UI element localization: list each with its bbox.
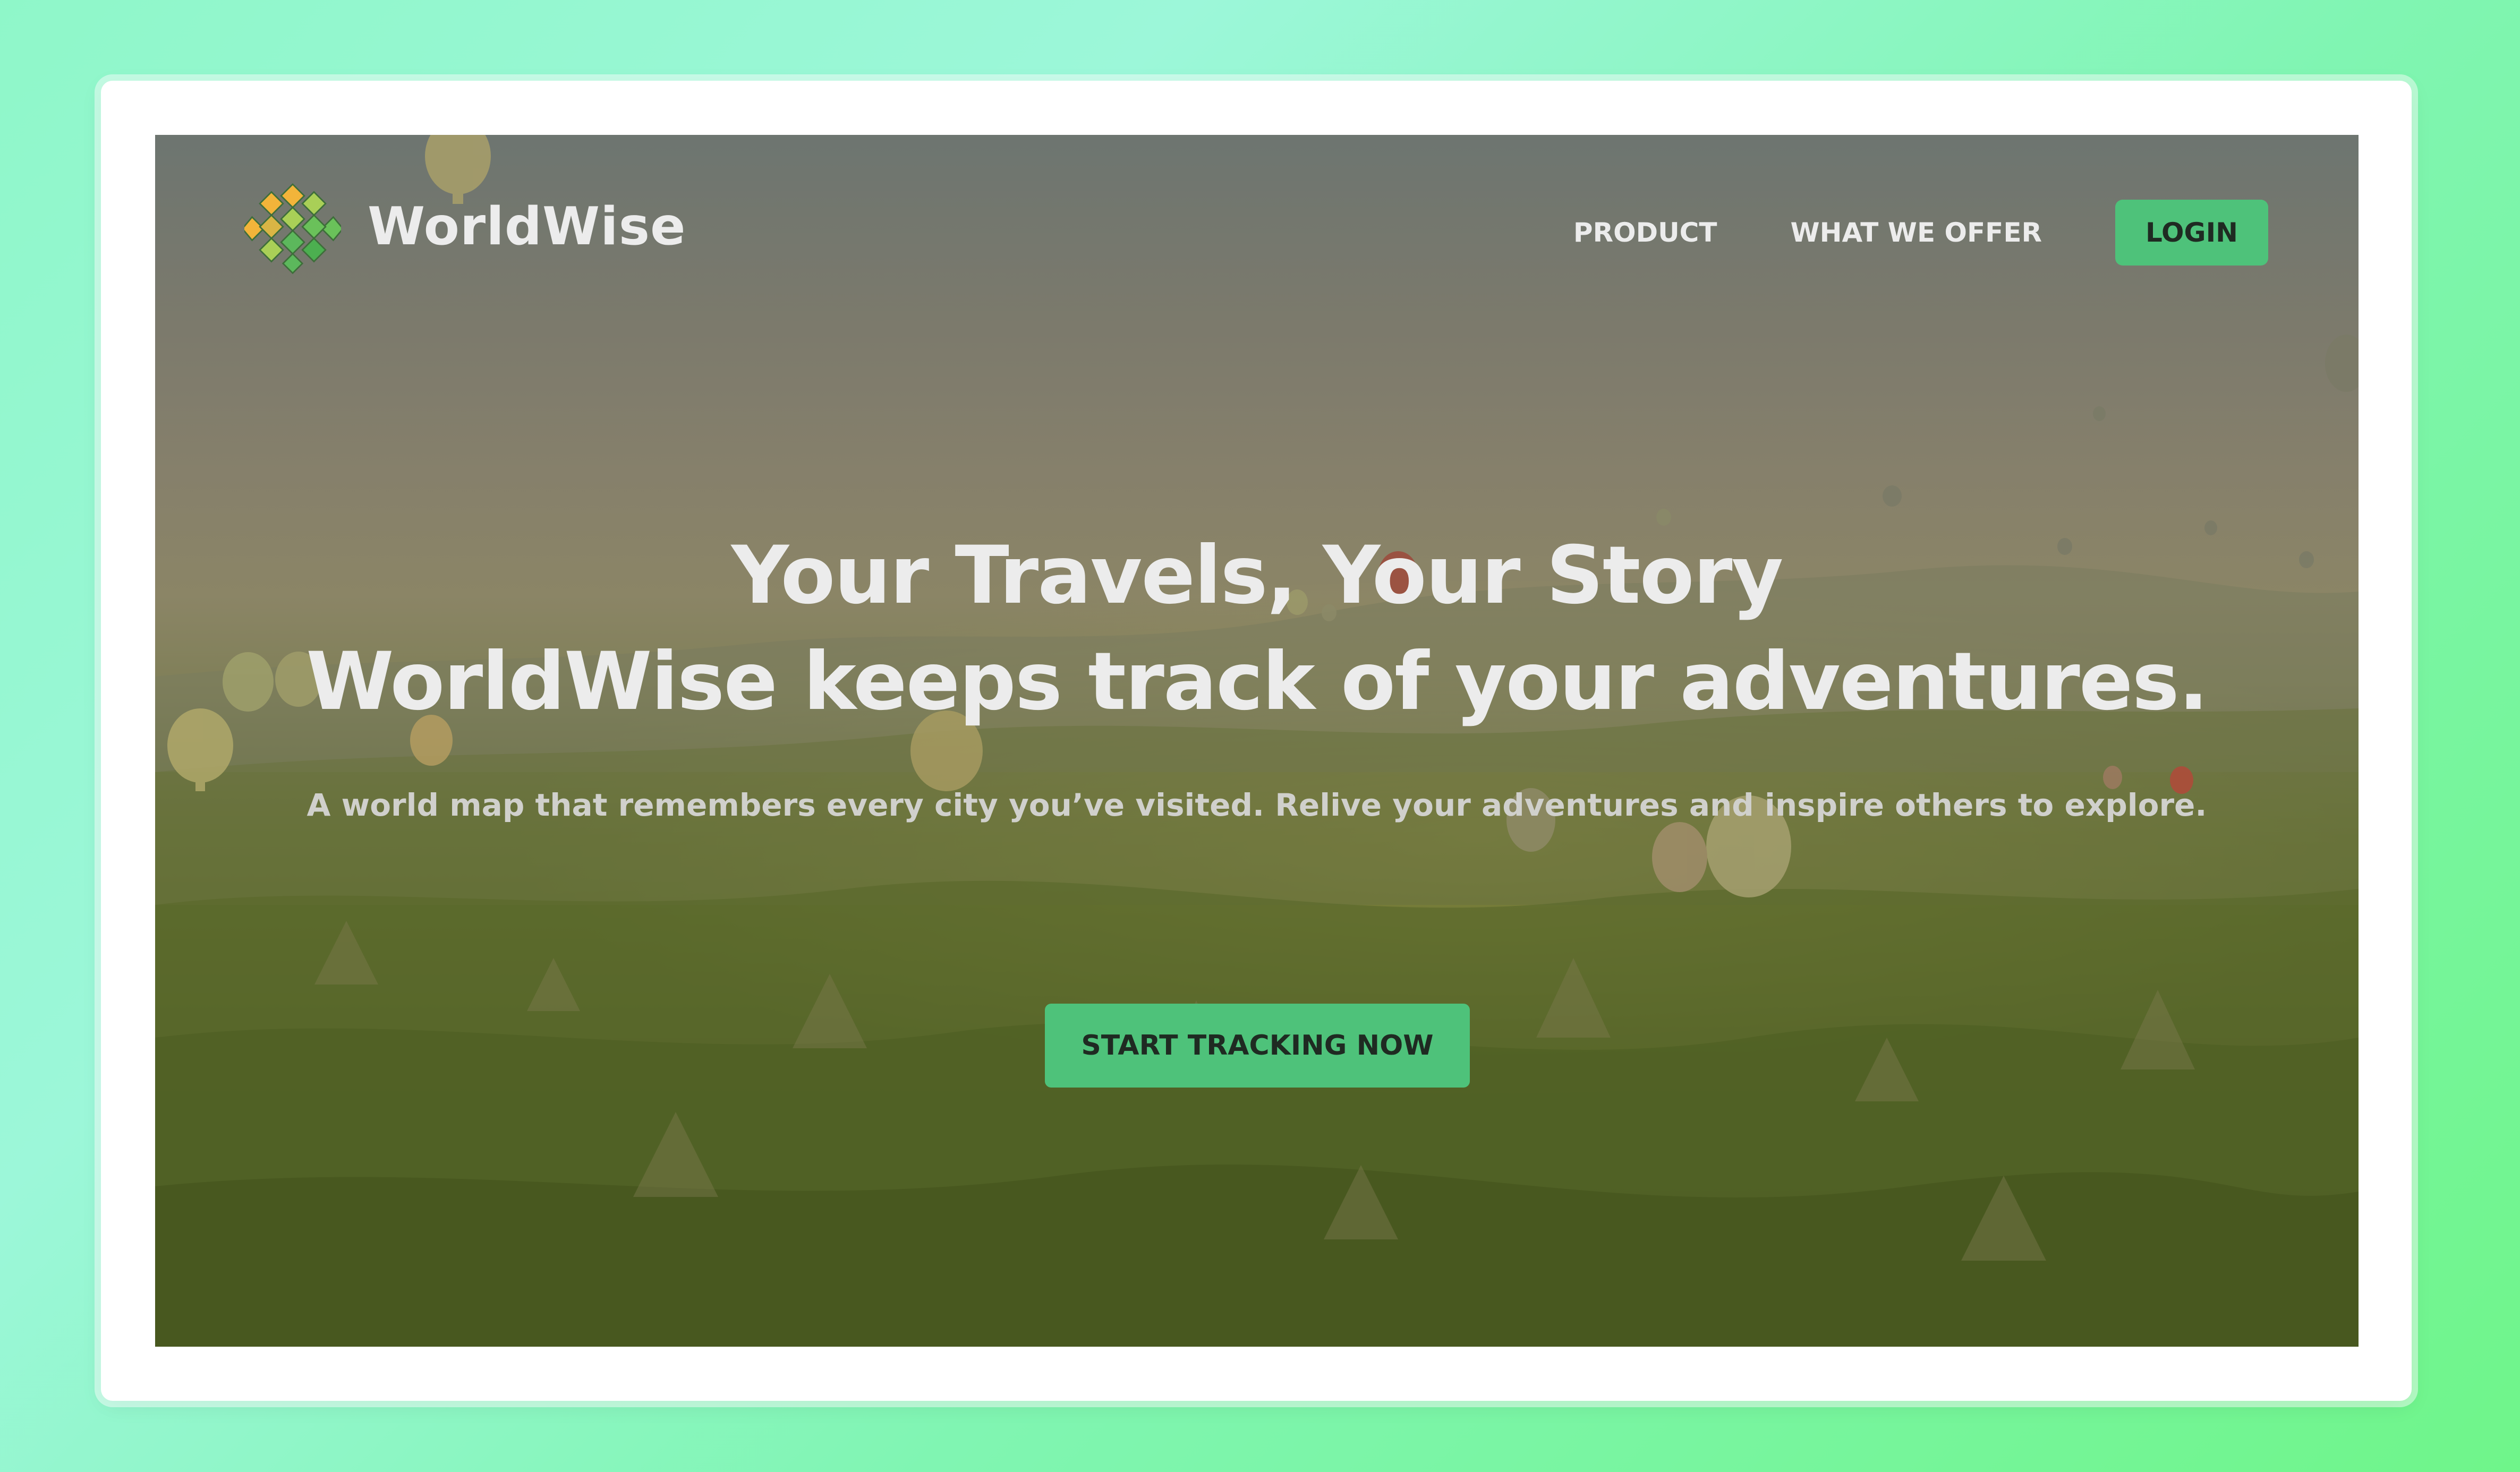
globe-lattice-icon [244, 183, 341, 275]
hero-subtitle: A world map that remembers every city yo… [307, 787, 2207, 823]
top-navigation: WorldWise PRODUCT WHAT WE OFFER LOGIN [155, 135, 2359, 326]
nav-link-product[interactable]: PRODUCT [1573, 217, 1717, 248]
hero-section: WorldWise PRODUCT WHAT WE OFFER LOGIN Yo… [155, 135, 2359, 1347]
nav-links: PRODUCT WHAT WE OFFER LOGIN [1573, 200, 2268, 266]
nav-link-what-we-offer[interactable]: WHAT WE OFFER [1790, 217, 2042, 248]
hero-headline-line2: WorldWise keeps track of your adventures… [306, 636, 2209, 728]
hero-headline: Your Travels, Your Story WorldWise keeps… [155, 523, 2359, 735]
login-button[interactable]: LOGIN [2115, 200, 2268, 266]
start-tracking-button[interactable]: START TRACKING NOW [1045, 1004, 1470, 1088]
hero-headline-line1: Your Travels, Your Story [731, 529, 1784, 622]
brand-name: WorldWise [368, 196, 686, 257]
page-frame: WorldWise PRODUCT WHAT WE OFFER LOGIN Yo… [101, 81, 2412, 1401]
brand-logo[interactable]: WorldWise [244, 178, 686, 275]
